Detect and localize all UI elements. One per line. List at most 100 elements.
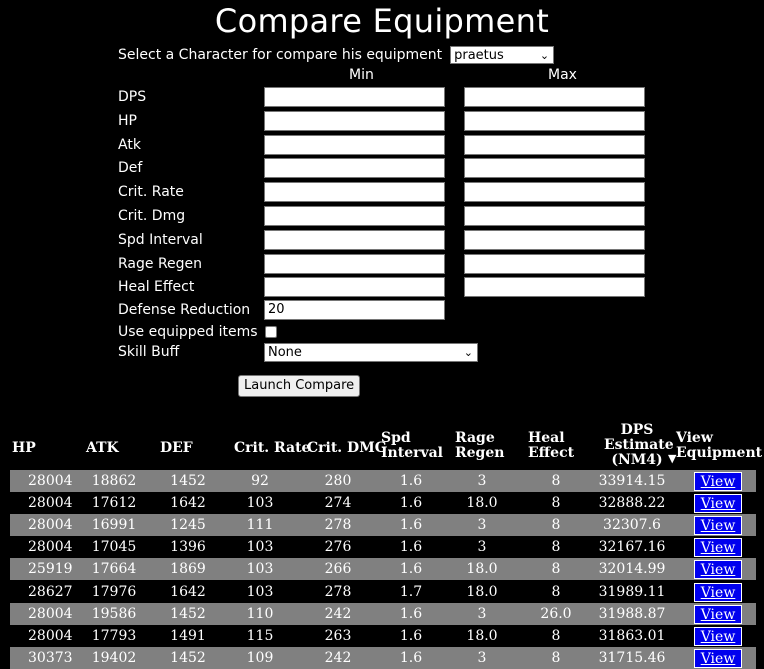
cell-dps: 32014.99 [598,561,666,577]
use-equipped-label: Use equipped items [118,324,258,340]
character-select[interactable]: praetus ⌄ [450,46,555,64]
field-label: Crit. Dmg [118,208,186,224]
cell-atk: 17793 [91,628,137,644]
launch-compare-button[interactable]: Launch Compare [238,375,361,397]
header-hp[interactable]: HP [12,441,36,456]
max-input[interactable] [464,182,645,202]
cell-hp: 30373 [28,650,73,666]
cell-rage: 3 [477,606,487,622]
min-input[interactable] [264,182,445,202]
cell-spd: 1.6 [399,606,423,622]
field-label: Atk [118,137,141,153]
max-input[interactable] [464,254,645,274]
cell-atk: 18862 [91,473,137,489]
field-label: Spd Interval [118,232,203,248]
view-button[interactable]: View [694,516,742,535]
max-column-label: Max [548,67,577,83]
header-heal-effect[interactable]: Heal Effect [528,431,576,461]
use-equipped-checkbox[interactable] [265,326,277,338]
max-input[interactable] [464,135,645,155]
min-input[interactable] [264,206,445,226]
cell-rage: 3 [477,517,487,533]
max-input[interactable] [464,230,645,250]
cell-crit-dmg: 263 [324,628,352,644]
cell-crit-rate: 115 [246,628,274,644]
cell-rage: 18.0 [466,495,498,511]
table-row: 28004 16991 1245 111 278 1.6 3 8 32307.6 View [10,514,756,536]
header-dps-estimate[interactable]: DPS Estimate (NM4) [604,423,674,468]
header-atk[interactable]: ATK [86,441,119,456]
cell-heal: 8 [551,517,561,533]
header-crit-rate[interactable]: Crit. Rate [234,441,310,456]
table-row: 28004 17045 1396 103 276 1.6 3 8 32167.16 View [10,536,756,558]
header-rage-regen[interactable]: Rage Regen [455,430,504,461]
min-input[interactable] [264,277,445,297]
character-select-label: Select a Character for compare his equip… [118,47,443,63]
cell-spd: 1.6 [399,561,423,577]
min-input[interactable] [264,87,445,107]
cell-hp: 28627 [28,584,73,600]
cell-rage: 3 [477,539,487,555]
cell-def: 1452 [170,606,206,622]
max-input[interactable] [464,206,645,226]
view-button[interactable]: View [694,605,742,624]
view-button[interactable]: View [694,560,742,579]
character-select-value: praetus [454,48,504,63]
table-row: 28004 17612 1642 103 274 1.6 18.0 8 32888.22 View [10,492,756,514]
cell-dps: 31863.01 [598,628,666,644]
table-row: 28004 18862 1452 92 280 1.6 3 8 33914.15 View [10,470,756,492]
min-input[interactable] [264,158,445,178]
cell-heal: 8 [551,539,561,555]
cell-crit-dmg: 242 [324,606,352,622]
min-input[interactable] [264,111,445,131]
skill-buff-label: Skill Buff [118,344,180,360]
cell-crit-rate: 92 [251,473,269,489]
header-view-equipment: View Equipment [676,431,762,461]
cell-crit-dmg: 242 [324,650,352,666]
view-button[interactable]: View [694,494,742,513]
cell-crit-dmg: 278 [324,584,352,600]
header-heal-line2: Effect [528,445,575,461]
cell-crit-dmg: 276 [324,539,352,555]
cell-spd: 1.6 [399,517,423,533]
min-column-label: Min [349,67,374,83]
chevron-down-icon: ⌄ [463,346,473,359]
cell-heal: 8 [551,495,561,511]
min-input[interactable] [264,254,445,274]
view-button[interactable]: View [694,472,742,491]
header-crit-dmg[interactable]: Crit. DMG [307,441,387,456]
view-button[interactable]: View [694,538,742,557]
field-label: DPS [118,89,147,105]
max-input[interactable] [464,111,645,131]
view-button[interactable]: View [694,583,742,602]
cell-rage: 3 [477,650,487,666]
cell-spd: 1.6 [399,628,423,644]
cell-dps: 31715.46 [598,650,666,666]
field-label: Heal Effect [118,279,195,295]
max-input[interactable] [464,277,645,297]
view-button[interactable]: View [694,649,742,668]
header-rage-line1: Rage [455,430,495,446]
cell-def: 1869 [170,561,206,577]
max-input[interactable] [464,87,645,107]
max-input[interactable] [464,158,645,178]
cell-hp: 28004 [28,606,73,622]
cell-crit-dmg: 266 [324,561,352,577]
header-def[interactable]: DEF [160,441,193,456]
cell-spd: 1.6 [399,539,423,555]
cell-crit-dmg: 274 [324,495,352,511]
skill-buff-select[interactable]: None ⌄ [264,343,478,362]
cell-crit-rate: 103 [246,539,274,555]
header-spd-interval[interactable]: Spd Interval [381,431,443,461]
cell-spd: 1.6 [399,650,423,666]
cell-crit-rate: 103 [246,495,274,511]
cell-atk: 17664 [91,561,137,577]
cell-heal: 26.0 [540,606,572,622]
cell-def: 1642 [170,584,206,600]
defense-reduction-input[interactable]: 20 [264,300,445,320]
min-input[interactable] [264,135,445,155]
view-button[interactable]: View [694,627,742,646]
cell-atk: 17976 [91,584,137,600]
cell-rage: 18.0 [466,561,498,577]
min-input[interactable] [264,230,445,250]
